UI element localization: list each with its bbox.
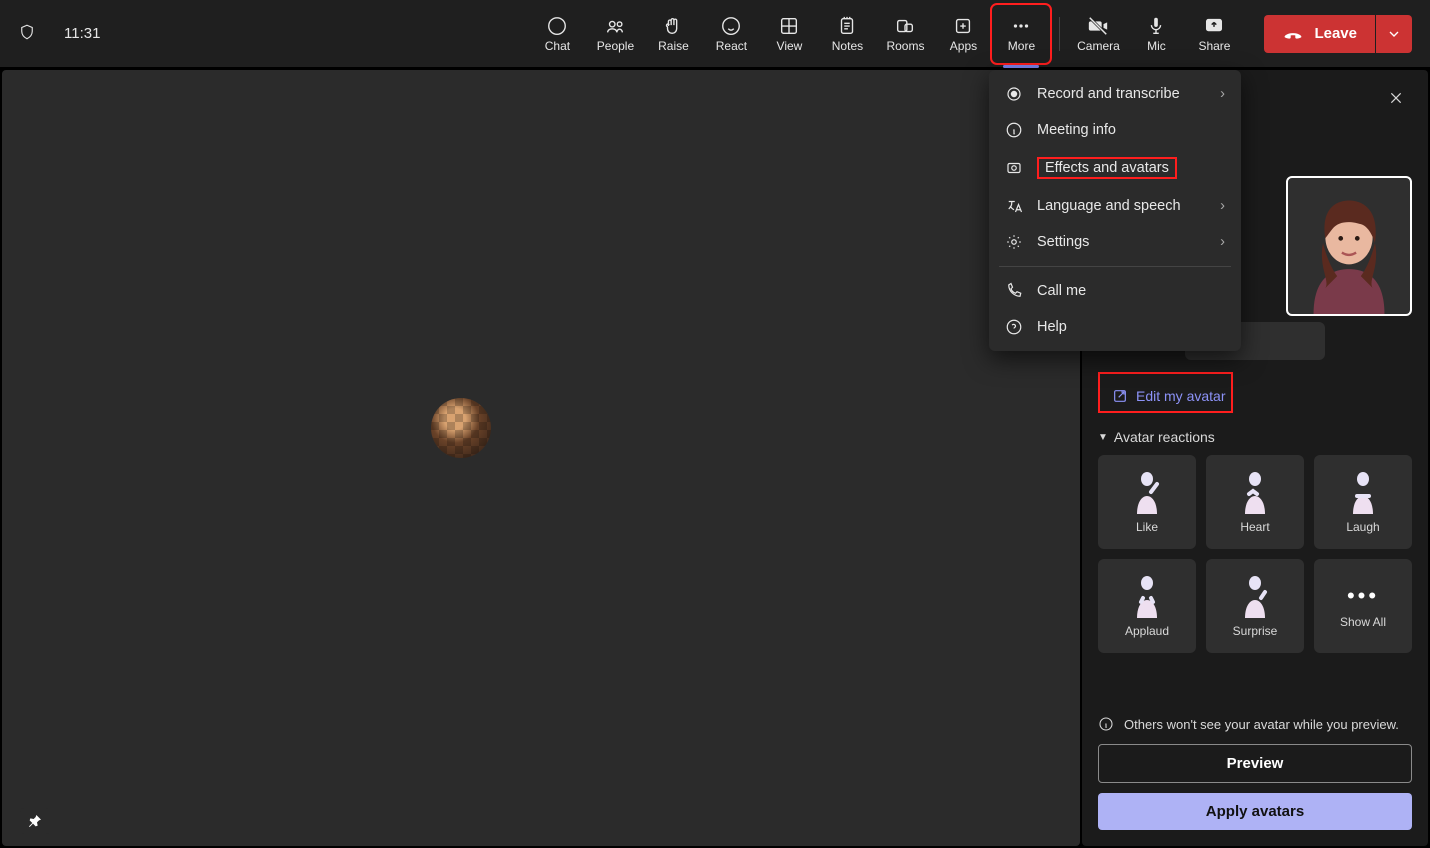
leave-label: Leave (1314, 25, 1357, 42)
reaction-show-all[interactable]: ••• Show All (1314, 559, 1412, 653)
reaction-heart-label: Heart (1240, 520, 1269, 534)
menu-settings[interactable]: Settings › (989, 224, 1241, 260)
mic-button[interactable]: Mic (1128, 6, 1184, 62)
menu-effects[interactable]: Effects and avatars (989, 148, 1241, 188)
mic-label: Mic (1147, 39, 1166, 53)
notes-button[interactable]: Notes (819, 6, 875, 62)
caret-down-icon: ▼ (1098, 432, 1108, 443)
menu-help-label: Help (1037, 319, 1067, 335)
people-button[interactable]: People (587, 6, 643, 62)
share-button[interactable]: Share (1186, 6, 1242, 62)
meeting-time: 11:31 (64, 25, 100, 42)
preview-button[interactable]: Preview (1098, 744, 1412, 783)
menu-record-label: Record and transcribe (1037, 86, 1180, 102)
reaction-surprise-label: Surprise (1233, 624, 1278, 638)
share-label: Share (1198, 39, 1230, 53)
reaction-laugh[interactable]: Laugh (1314, 455, 1412, 549)
apps-button[interactable]: Apps (935, 6, 991, 62)
menu-separator (999, 266, 1231, 267)
menu-meeting-info[interactable]: Meeting info (989, 112, 1241, 148)
close-panel-button[interactable] (1380, 82, 1412, 114)
apply-avatars-button[interactable]: Apply avatars (1098, 793, 1412, 830)
meeting-toolbar: Chat People Raise React View Notes (529, 6, 1412, 62)
edit-avatar-link[interactable]: Edit my avatar (1110, 386, 1227, 406)
reaction-heart[interactable]: Heart (1206, 455, 1304, 549)
reactions-header-label: Avatar reactions (1114, 429, 1215, 445)
react-button[interactable]: React (703, 6, 759, 62)
reaction-applaud-icon (1127, 574, 1167, 618)
people-label: People (597, 39, 634, 53)
reaction-surprise-icon (1235, 574, 1275, 618)
meeting-topbar: 11:31 Chat People Raise React View (0, 0, 1430, 68)
rooms-label: Rooms (886, 39, 924, 53)
raise-button[interactable]: Raise (645, 6, 701, 62)
reaction-laugh-icon (1343, 470, 1383, 514)
chat-label: Chat (545, 39, 570, 53)
edit-avatar-label: Edit my avatar (1136, 388, 1225, 404)
menu-language[interactable]: Language and speech › (989, 188, 1241, 224)
preview-info: Others won't see your avatar while you p… (1098, 716, 1412, 732)
chevron-right-icon: › (1220, 198, 1225, 214)
shield-icon (18, 21, 36, 47)
chat-button[interactable]: Chat (529, 6, 585, 62)
reaction-like-icon (1127, 470, 1167, 514)
toolbar-separator (1059, 17, 1060, 51)
more-label: More (1008, 39, 1035, 53)
reaction-applaud[interactable]: Applaud (1098, 559, 1196, 653)
gear-icon (1005, 233, 1023, 251)
menu-effects-label: Effects and avatars (1037, 157, 1177, 179)
reaction-applaud-label: Applaud (1125, 624, 1169, 638)
rooms-button[interactable]: Rooms (877, 6, 933, 62)
apps-label: Apps (950, 39, 977, 53)
reaction-surprise[interactable]: Surprise (1206, 559, 1304, 653)
menu-call-me[interactable]: Call me (989, 273, 1241, 309)
record-icon (1005, 85, 1023, 103)
menu-callme-label: Call me (1037, 283, 1086, 299)
chevron-right-icon: › (1220, 86, 1225, 102)
menu-language-label: Language and speech (1037, 198, 1181, 214)
menu-help[interactable]: Help (989, 309, 1241, 345)
info-icon (1005, 121, 1023, 139)
chevron-right-icon: › (1220, 234, 1225, 250)
react-label: React (716, 39, 747, 53)
reaction-showall-label: Show All (1340, 615, 1386, 629)
phone-icon (1005, 282, 1023, 300)
info-icon (1098, 716, 1114, 732)
reaction-like[interactable]: Like (1098, 455, 1196, 549)
view-button[interactable]: View (761, 6, 817, 62)
avatar-option-selected[interactable] (1286, 176, 1412, 316)
reaction-heart-icon (1235, 470, 1275, 514)
participant-avatar[interactable] (431, 398, 491, 458)
menu-record[interactable]: Record and transcribe › (989, 76, 1241, 112)
leave-button[interactable]: Leave (1264, 15, 1375, 53)
leave-caret[interactable] (1376, 15, 1412, 53)
effects-icon (1005, 159, 1023, 177)
menu-settings-label: Settings (1037, 234, 1089, 250)
more-button[interactable]: More (993, 6, 1049, 62)
view-label: View (777, 39, 803, 53)
language-icon (1005, 197, 1023, 215)
raise-label: Raise (658, 39, 689, 53)
help-icon (1005, 318, 1023, 336)
more-dots-icon: ••• (1347, 583, 1379, 609)
reactions-section-header[interactable]: ▼ Avatar reactions (1098, 429, 1412, 445)
notes-label: Notes (832, 39, 863, 53)
menu-meetinginfo-label: Meeting info (1037, 122, 1116, 138)
reaction-laugh-label: Laugh (1346, 520, 1379, 534)
reaction-like-label: Like (1136, 520, 1158, 534)
camera-button[interactable]: Camera (1070, 6, 1126, 62)
meeting-stage (2, 70, 1080, 846)
more-menu: Record and transcribe › Meeting info Eff… (989, 70, 1241, 351)
pin-button[interactable] (20, 808, 50, 834)
camera-label: Camera (1077, 39, 1120, 53)
preview-note-text: Others won't see your avatar while you p… (1124, 717, 1399, 732)
